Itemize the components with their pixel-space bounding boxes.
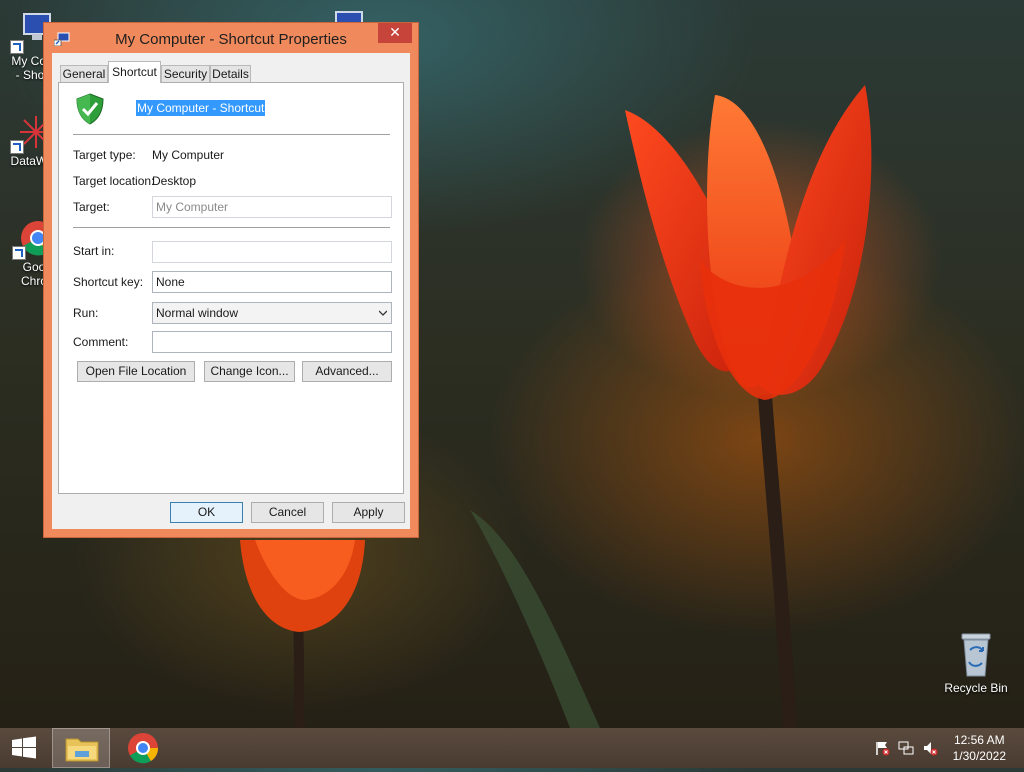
shortcut-key-field[interactable]: None <box>152 271 392 293</box>
recycle-bin-label: Recycle Bin <box>944 681 1008 695</box>
start-in-label: Start in: <box>73 244 115 258</box>
taskbar-file-explorer[interactable] <box>52 728 110 768</box>
folder-icon <box>65 738 99 762</box>
run-select-value: Normal window <box>156 306 239 320</box>
run-select[interactable]: Normal window <box>152 302 392 324</box>
taskbar: 12:56 AM 1/30/2022 <box>0 728 1024 768</box>
dialog-client-area: General Shortcut Security Details My Com… <box>52 53 410 529</box>
title-bar[interactable]: My Computer - Shortcut Properties ✕ <box>44 23 418 53</box>
properties-window: My Computer - Shortcut Properties ✕ Gene… <box>43 22 419 538</box>
recycle-bin-icon <box>961 633 991 677</box>
clock[interactable]: 12:56 AM 1/30/2022 <box>953 732 1006 764</box>
chevron-down-icon <box>379 310 387 316</box>
target-label: Target: <box>73 200 110 214</box>
tab-shortcut[interactable]: Shortcut <box>108 61 161 83</box>
target-location-value: Desktop <box>152 174 197 188</box>
run-label: Run: <box>73 306 99 320</box>
comment-label: Comment: <box>73 335 129 349</box>
cancel-button[interactable]: Cancel <box>251 502 324 523</box>
desktop-icon-recycle-bin[interactable]: Recycle Bin <box>941 630 1011 695</box>
shortcut-panel: My Computer - Shortcut Target type: My C… <box>58 82 404 494</box>
start-button[interactable] <box>0 728 48 768</box>
open-file-location-button[interactable]: Open File Location <box>77 361 195 382</box>
chrome-icon <box>128 733 159 764</box>
target-type-value: My Computer <box>152 148 225 162</box>
tab-general[interactable]: General <box>60 65 108 82</box>
window-title: My Computer - Shortcut Properties <box>115 31 347 48</box>
network-icon[interactable] <box>898 740 914 756</box>
shield-check-icon <box>76 93 104 125</box>
volume-muted-icon[interactable] <box>922 740 938 756</box>
taskbar-chrome[interactable] <box>114 728 172 768</box>
apply-button[interactable]: Apply <box>332 502 405 523</box>
comment-field[interactable] <box>152 331 392 353</box>
target-type-label: Target type: <box>73 148 136 162</box>
shortcut-arrow-icon <box>12 246 26 260</box>
shortcut-arrow-icon <box>10 40 24 54</box>
change-icon-button[interactable]: Change Icon... <box>204 361 295 382</box>
shortcut-key-label: Shortcut key: <box>73 275 144 289</box>
separator <box>73 227 390 228</box>
clock-time: 12:56 AM <box>953 733 1005 747</box>
ok-button[interactable]: OK <box>170 502 243 523</box>
start-in-field[interactable] <box>152 241 392 263</box>
close-button[interactable]: ✕ <box>378 23 412 43</box>
shortcut-arrow-icon <box>10 140 24 154</box>
advanced-button[interactable]: Advanced... <box>302 361 392 382</box>
shortcut-name-field[interactable]: My Computer - Shortcut <box>136 100 266 116</box>
windows-logo-icon <box>12 736 36 759</box>
action-center-flag-icon[interactable] <box>874 740 890 756</box>
clock-date: 1/30/2022 <box>952 749 1006 763</box>
separator <box>73 134 390 135</box>
tab-details[interactable]: Details <box>210 65 251 82</box>
target-location-label: Target location: <box>73 174 155 188</box>
target-field[interactable]: My Computer <box>152 196 392 218</box>
tab-security[interactable]: Security <box>161 65 210 82</box>
